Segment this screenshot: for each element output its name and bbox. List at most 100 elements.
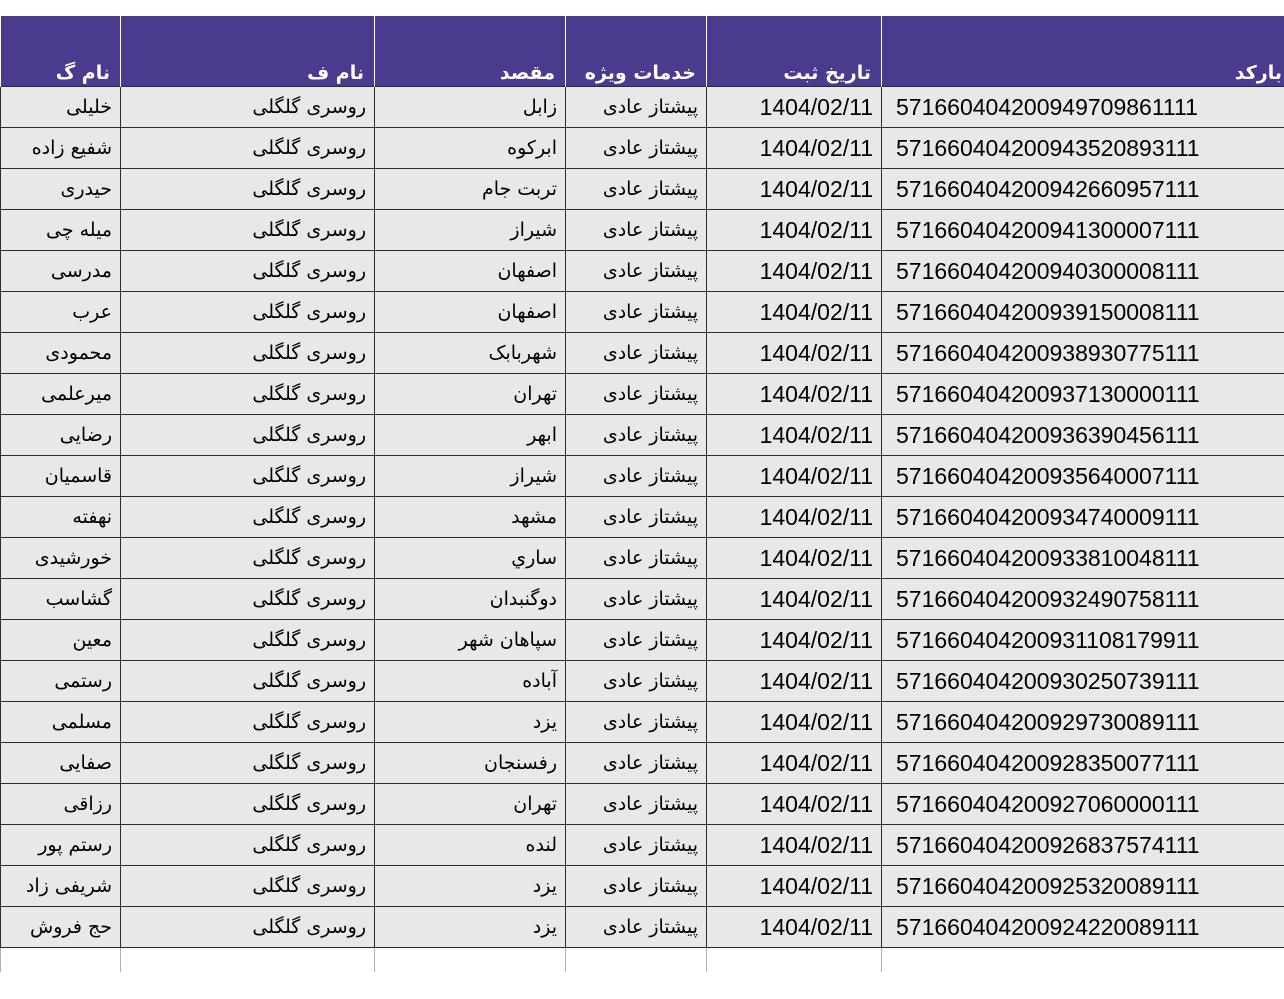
cell-barcode[interactable]: 571660404200936390456111 [881, 414, 1284, 456]
cell-first-name[interactable]: روسری گلگلی [120, 824, 375, 866]
cell-first-name[interactable]: روسری گلگلی [120, 537, 375, 579]
cell-barcode[interactable]: 571660404200933810048111 [881, 537, 1284, 579]
cell-reg-date[interactable]: 1404/02/11 [706, 455, 882, 497]
cell-barcode[interactable]: 571660404200925320089111 [881, 865, 1284, 907]
cell-last-name[interactable]: رستمی [0, 660, 121, 702]
cell-destination[interactable]: سپاهان شهر [374, 619, 566, 661]
empty-cell[interactable] [565, 947, 707, 972]
cell-reg-date[interactable]: 1404/02/11 [706, 127, 882, 169]
cell-reg-date[interactable]: 1404/02/11 [706, 701, 882, 743]
cell-first-name[interactable]: روسری گلگلی [120, 168, 375, 210]
cell-first-name[interactable]: روسری گلگلی [120, 455, 375, 497]
cell-last-name[interactable]: رزاقی [0, 783, 121, 825]
cell-destination[interactable]: تهران [374, 783, 566, 825]
cell-destination[interactable]: شهربابک [374, 332, 566, 374]
cell-last-name[interactable]: خلیلی [0, 86, 121, 128]
cell-last-name[interactable]: میرعلمی [0, 373, 121, 415]
cell-barcode[interactable]: 571660404200934740009111 [881, 496, 1284, 538]
cell-reg-date[interactable]: 1404/02/11 [706, 865, 882, 907]
cell-barcode[interactable]: 571660404200949709861111 [881, 86, 1284, 128]
empty-cell[interactable] [0, 947, 121, 972]
cell-barcode[interactable]: 571660404200942660957111 [881, 168, 1284, 210]
cell-barcode[interactable]: 571660404200935640007111 [881, 455, 1284, 497]
cell-barcode[interactable]: 571660404200931108179911 [881, 619, 1284, 661]
cell-destination[interactable]: ساري [374, 537, 566, 579]
cell-destination[interactable]: اصفهان [374, 291, 566, 333]
cell-first-name[interactable]: روسری گلگلی [120, 496, 375, 538]
cell-destination[interactable]: تهران [374, 373, 566, 415]
cell-barcode[interactable]: 571660404200938930775111 [881, 332, 1284, 374]
empty-cell[interactable] [706, 947, 882, 972]
cell-last-name[interactable]: شریفی زاد [0, 865, 121, 907]
cell-first-name[interactable]: روسری گلگلی [120, 250, 375, 292]
cell-service[interactable]: پیشتاز عادی [565, 783, 707, 825]
cell-service[interactable]: پیشتاز عادی [565, 865, 707, 907]
cell-reg-date[interactable]: 1404/02/11 [706, 783, 882, 825]
cell-barcode[interactable]: 571660404200928350077111 [881, 742, 1284, 784]
cell-service[interactable]: پیشتاز عادی [565, 660, 707, 702]
cell-destination[interactable]: لنده [374, 824, 566, 866]
empty-cell[interactable] [120, 947, 375, 972]
cell-service[interactable]: پیشتاز عادی [565, 168, 707, 210]
cell-reg-date[interactable]: 1404/02/11 [706, 906, 882, 948]
cell-reg-date[interactable]: 1404/02/11 [706, 373, 882, 415]
cell-reg-date[interactable]: 1404/02/11 [706, 291, 882, 333]
cell-reg-date[interactable]: 1404/02/11 [706, 332, 882, 374]
cell-last-name[interactable]: مسلمی [0, 701, 121, 743]
cell-service[interactable]: پیشتاز عادی [565, 742, 707, 784]
cell-last-name[interactable]: معین [0, 619, 121, 661]
cell-first-name[interactable]: روسری گلگلی [120, 291, 375, 333]
cell-service[interactable]: پیشتاز عادی [565, 127, 707, 169]
cell-service[interactable]: پیشتاز عادی [565, 455, 707, 497]
empty-cell[interactable] [881, 947, 1284, 972]
cell-first-name[interactable]: روسری گلگلی [120, 660, 375, 702]
cell-first-name[interactable]: روسری گلگلی [120, 742, 375, 784]
cell-service[interactable]: پیشتاز عادی [565, 250, 707, 292]
cell-barcode[interactable]: 571660404200926837574111 [881, 824, 1284, 866]
cell-last-name[interactable]: رضایی [0, 414, 121, 456]
cell-destination[interactable]: یزد [374, 701, 566, 743]
cell-last-name[interactable]: میله چی [0, 209, 121, 251]
cell-service[interactable]: پیشتاز عادی [565, 537, 707, 579]
cell-service[interactable]: پیشتاز عادی [565, 496, 707, 538]
cell-destination[interactable]: تربت جام [374, 168, 566, 210]
cell-service[interactable]: پیشتاز عادی [565, 824, 707, 866]
cell-first-name[interactable]: روسری گلگلی [120, 619, 375, 661]
cell-first-name[interactable]: روسری گلگلی [120, 209, 375, 251]
cell-first-name[interactable]: روسری گلگلی [120, 373, 375, 415]
cell-reg-date[interactable]: 1404/02/11 [706, 619, 882, 661]
cell-last-name[interactable]: شفیع زاده [0, 127, 121, 169]
cell-barcode[interactable]: 571660404200937130000111 [881, 373, 1284, 415]
cell-service[interactable]: پیشتاز عادی [565, 291, 707, 333]
cell-first-name[interactable]: روسری گلگلی [120, 127, 375, 169]
cell-destination[interactable]: ابرکوه [374, 127, 566, 169]
cell-destination[interactable]: یزد [374, 865, 566, 907]
cell-barcode[interactable]: 571660404200927060000111 [881, 783, 1284, 825]
cell-service[interactable]: پیشتاز عادی [565, 209, 707, 251]
cell-barcode[interactable]: 571660404200943520893111 [881, 127, 1284, 169]
cell-barcode[interactable]: 571660404200939150008111 [881, 291, 1284, 333]
cell-first-name[interactable]: روسری گلگلی [120, 578, 375, 620]
cell-last-name[interactable]: عرب [0, 291, 121, 333]
cell-service[interactable]: پیشتاز عادی [565, 332, 707, 374]
header-last-name[interactable]: نام گ [0, 16, 121, 87]
cell-destination[interactable]: یزد [374, 906, 566, 948]
cell-reg-date[interactable]: 1404/02/11 [706, 660, 882, 702]
cell-first-name[interactable]: روسری گلگلی [120, 783, 375, 825]
cell-last-name[interactable]: نهفته [0, 496, 121, 538]
cell-reg-date[interactable]: 1404/02/11 [706, 824, 882, 866]
cell-service[interactable]: پیشتاز عادی [565, 619, 707, 661]
cell-destination[interactable]: زابل [374, 86, 566, 128]
cell-destination[interactable]: دوگنبدان [374, 578, 566, 620]
cell-reg-date[interactable]: 1404/02/11 [706, 742, 882, 784]
cell-service[interactable]: پیشتاز عادی [565, 578, 707, 620]
cell-barcode[interactable]: 571660404200932490758111 [881, 578, 1284, 620]
cell-destination[interactable]: آباده [374, 660, 566, 702]
cell-first-name[interactable]: روسری گلگلی [120, 701, 375, 743]
cell-last-name[interactable]: حیدری [0, 168, 121, 210]
cell-first-name[interactable]: روسری گلگلی [120, 86, 375, 128]
cell-reg-date[interactable]: 1404/02/11 [706, 168, 882, 210]
cell-reg-date[interactable]: 1404/02/11 [706, 537, 882, 579]
cell-first-name[interactable]: روسری گلگلی [120, 865, 375, 907]
cell-destination[interactable]: رفسنجان [374, 742, 566, 784]
